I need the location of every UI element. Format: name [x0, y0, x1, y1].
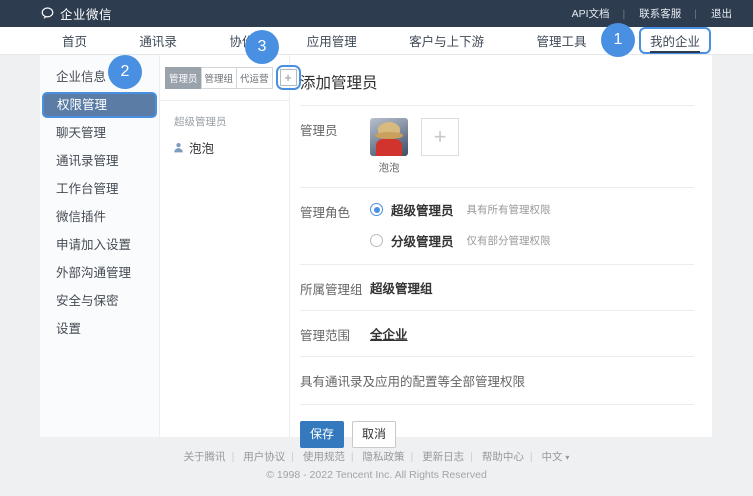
wechat-work-logo-icon	[40, 6, 55, 21]
group-field-label: 所属管理组	[300, 277, 370, 298]
role-field-label: 管理角色	[300, 200, 370, 252]
add-member-button[interactable]: +	[421, 118, 459, 156]
page-title: 添加管理员	[300, 69, 694, 106]
group-field-value: 超级管理组	[370, 277, 433, 298]
topbar-links: API文档 联系客服 退出	[565, 6, 739, 21]
role-sub-admin-desc: 仅有部分管理权限	[467, 233, 551, 248]
chevron-down-icon: ▾	[565, 453, 569, 462]
nav-item-home[interactable]: 首页	[62, 31, 87, 50]
admin-member-name: 泡泡	[189, 138, 214, 157]
app-logo[interactable]: 企业微信	[40, 4, 112, 23]
footer-link-about-tencent[interactable]: 关于腾讯	[184, 451, 241, 463]
role-field-row: 管理角色 超级管理员 具有所有管理权限 分级管理员 仅有部分管理权限	[300, 188, 694, 265]
add-admin-form: 添加管理员 管理员 泡泡 + 管理角色 超级管	[290, 55, 712, 437]
admin-field-label: 管理员	[300, 118, 370, 175]
logout-link[interactable]: 退出	[704, 6, 739, 21]
step-badge-3: 3	[245, 30, 279, 64]
avatar-hat-brim-shape	[375, 132, 403, 139]
footer-links: 关于腾讯 用户协议 使用规范 隐私政策 更新日志 帮助中心 中文 ▾	[0, 449, 753, 464]
role-super-admin-name[interactable]: 超级管理员	[391, 200, 454, 219]
footer-link-help-center[interactable]: 帮助中心	[482, 451, 539, 463]
group-field-row: 所属管理组 超级管理组	[300, 265, 694, 311]
footer-link-usage-rules[interactable]: 使用规范	[303, 451, 360, 463]
selected-admin-avatar[interactable]	[370, 118, 408, 156]
contact-support-link[interactable]: 联系客服	[632, 6, 704, 21]
top-header-bar: 企业微信 API文档 联系客服 退出	[0, 0, 753, 27]
scope-field-row: 管理范围 全企业	[300, 311, 694, 357]
sidebar-item-settings[interactable]: 设置	[40, 315, 159, 343]
role-option-super-admin[interactable]: 超级管理员 具有所有管理权限	[370, 200, 551, 219]
admin-member-row[interactable]: 泡泡	[160, 129, 289, 157]
permission-note: 具有通讯录及应用的配置等全部管理权限	[300, 357, 694, 405]
role-super-admin-desc: 具有所有管理权限	[467, 202, 551, 217]
avatar-body-shape	[376, 139, 402, 156]
sidebar-item-contacts-management[interactable]: 通讯录管理	[40, 147, 159, 175]
admin-field-row: 管理员 泡泡 +	[300, 106, 694, 188]
admin-tabs: 管理员 管理组 代运营 +	[160, 65, 289, 90]
role-sub-admin-name[interactable]: 分级管理员	[391, 231, 454, 250]
tab-admin-groups[interactable]: 管理组	[201, 67, 238, 89]
nav-item-customers[interactable]: 客户与上下游	[409, 31, 484, 50]
role-option-sub-admin[interactable]: 分级管理员 仅有部分管理权限	[370, 231, 551, 250]
radio-unselected-icon[interactable]	[370, 234, 383, 247]
admin-list-panel: 管理员 管理组 代运营 + 超级管理员 泡泡	[160, 55, 290, 437]
app-logo-text: 企业微信	[60, 4, 112, 23]
sidebar-item-external-communication[interactable]: 外部沟通管理	[40, 259, 159, 287]
page-footer: 关于腾讯 用户协议 使用规范 隐私政策 更新日志 帮助中心 中文 ▾ © 199…	[0, 449, 753, 481]
admin-group-name: 超级管理员	[160, 101, 289, 129]
nav-item-app-management[interactable]: 应用管理	[307, 31, 357, 50]
footer-link-changelog[interactable]: 更新日志	[422, 451, 479, 463]
content-card: 企业信息 权限管理 聊天管理 通讯录管理 工作台管理 微信插件 申请加入设置 外…	[40, 55, 712, 437]
nav-item-my-enterprise-label: 我的企业	[650, 35, 700, 53]
nav-item-contacts[interactable]: 通讯录	[139, 31, 177, 50]
footer-link-privacy-policy[interactable]: 隐私政策	[363, 451, 420, 463]
person-icon	[173, 142, 184, 153]
api-docs-link[interactable]: API文档	[565, 6, 633, 21]
main-navigation: 首页 通讯录 协作 应用管理 客户与上下游 管理工具 我的企业	[0, 27, 753, 55]
sidebar-item-join-settings[interactable]: 申请加入设置	[40, 231, 159, 259]
settings-sidebar: 企业信息 权限管理 聊天管理 通讯录管理 工作台管理 微信插件 申请加入设置 外…	[40, 55, 160, 437]
sidebar-item-permission-management[interactable]: 权限管理	[42, 92, 157, 118]
step-badge-1: 1	[601, 23, 635, 57]
copyright-text: © 1998 - 2022 Tencent Inc. All Rights Re…	[0, 469, 753, 481]
tab-administrators[interactable]: 管理员	[165, 67, 202, 89]
cancel-button[interactable]: 取消	[352, 421, 396, 448]
sidebar-item-chat-management[interactable]: 聊天管理	[40, 119, 159, 147]
step-badge-2: 2	[108, 55, 142, 89]
radio-selected-icon[interactable]	[370, 203, 383, 216]
language-selector[interactable]: 中文 ▾	[542, 451, 570, 463]
nav-item-my-enterprise[interactable]: 我的企业	[639, 27, 711, 54]
sidebar-item-wechat-plugin[interactable]: 微信插件	[40, 203, 159, 231]
scope-field-label: 管理范围	[300, 323, 370, 344]
footer-link-user-agreement[interactable]: 用户协议	[243, 451, 300, 463]
language-label: 中文	[542, 451, 563, 463]
selected-admin-name: 泡泡	[379, 160, 400, 175]
save-button[interactable]: 保存	[300, 421, 344, 448]
sidebar-item-security[interactable]: 安全与保密	[40, 287, 159, 315]
scope-field-value[interactable]: 全企业	[370, 323, 408, 344]
nav-item-admin-tools[interactable]: 管理工具	[537, 31, 587, 50]
sidebar-item-workbench-management[interactable]: 工作台管理	[40, 175, 159, 203]
tab-agent-operation[interactable]: 代运营	[236, 67, 273, 89]
